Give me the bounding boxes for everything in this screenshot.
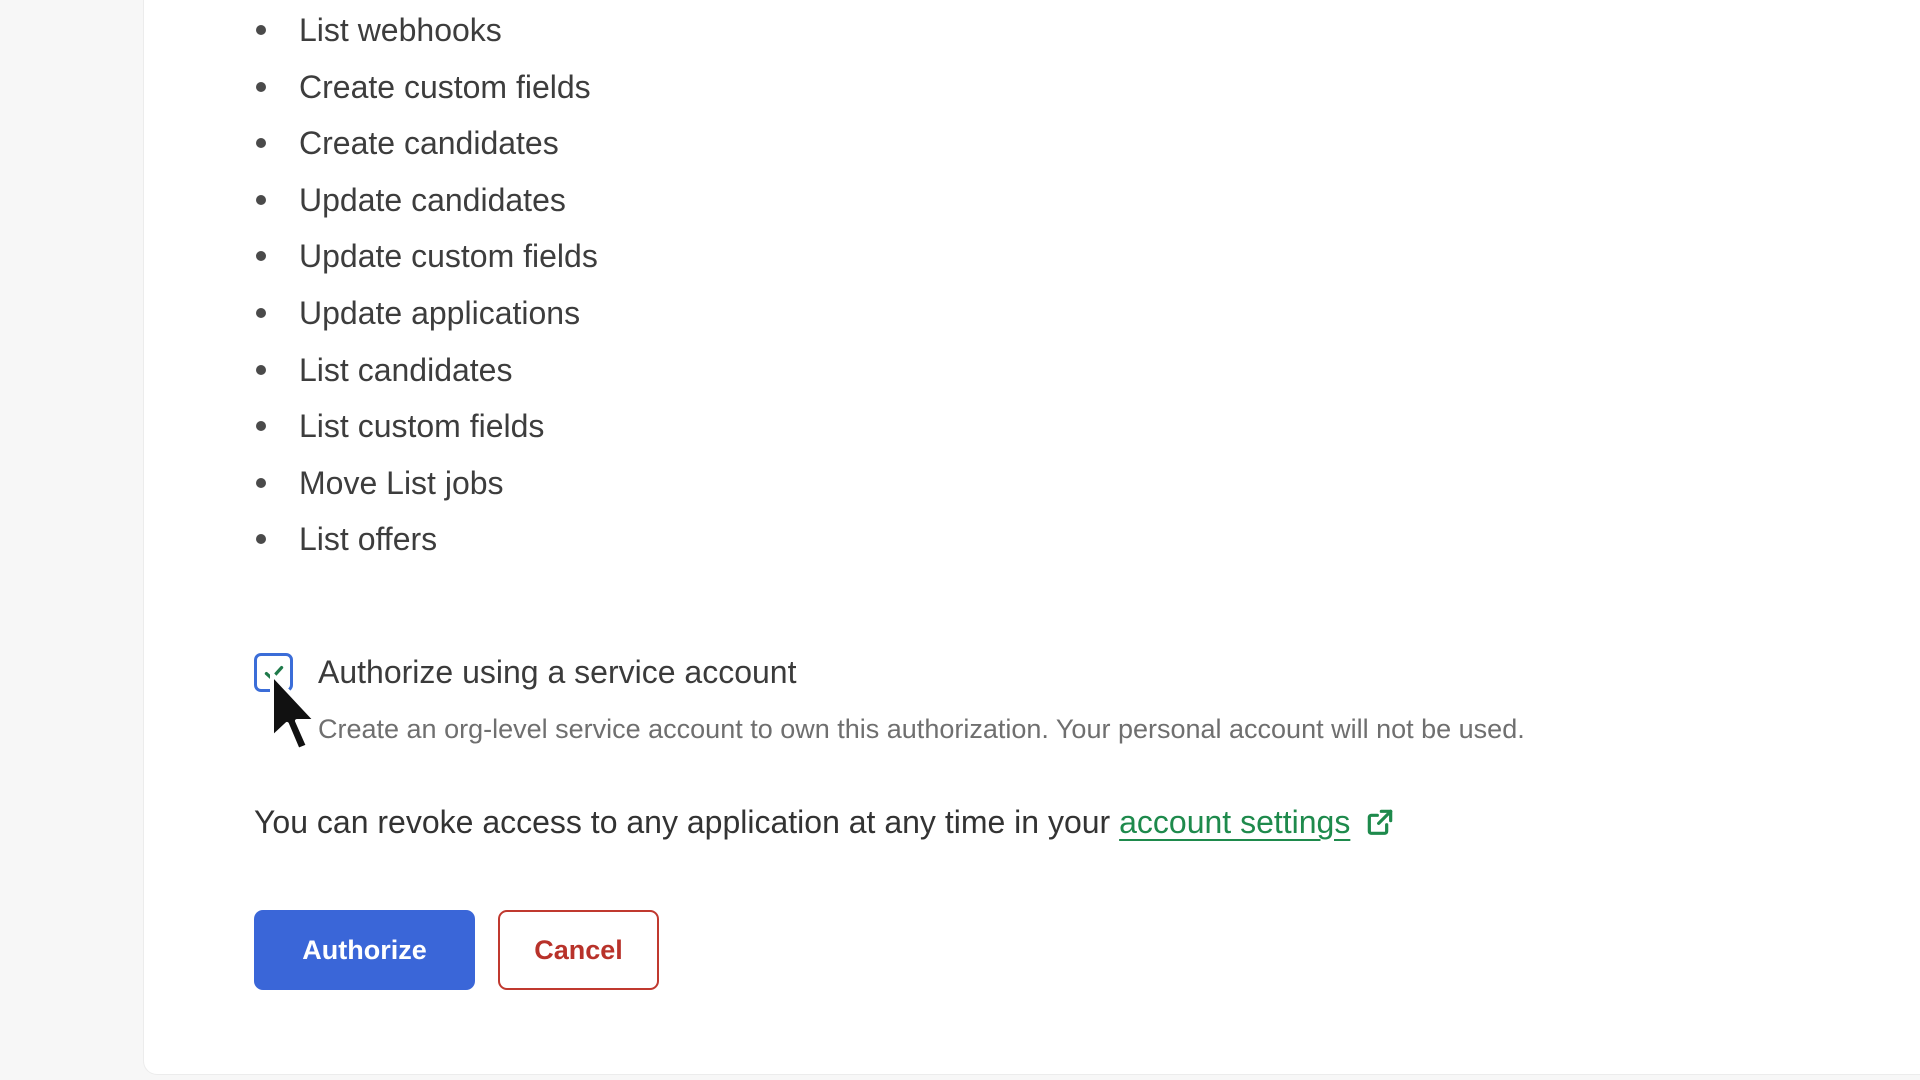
bullet-icon <box>256 194 266 205</box>
permission-item: List offers <box>254 519 598 576</box>
permission-item: List webhooks <box>254 10 598 67</box>
permission-label: Create custom fields <box>299 68 591 105</box>
checkmark-icon <box>264 665 283 680</box>
permission-item: Create candidates <box>254 123 598 180</box>
permission-label: Update candidates <box>299 181 566 218</box>
bullet-icon <box>256 138 266 149</box>
permission-label: Create candidates <box>299 125 559 162</box>
service-account-label[interactable]: Authorize using a service account <box>318 652 796 692</box>
bullet-icon <box>256 307 266 318</box>
permission-item: Update custom fields <box>254 236 598 293</box>
permission-item: Update candidates <box>254 180 598 237</box>
revoke-text: You can revoke access to any application… <box>254 804 1120 840</box>
permission-item: Move List jobs <box>254 463 598 520</box>
account-settings-link[interactable]: account settings <box>1119 804 1350 840</box>
permission-label: Update custom fields <box>299 238 598 275</box>
permission-label: Update applications <box>299 294 581 331</box>
bullet-icon <box>256 25 266 35</box>
permission-label: List candidates <box>299 351 513 388</box>
authorize-button[interactable]: Authorize <box>254 910 475 990</box>
cancel-button[interactable]: Cancel <box>498 910 659 990</box>
permission-label: List custom fields <box>299 408 545 445</box>
service-account-checkbox[interactable] <box>254 653 293 692</box>
revoke-access-note: You can revoke access to any application… <box>254 800 1396 844</box>
bullet-icon <box>256 251 266 262</box>
bullet-icon <box>256 421 266 432</box>
bullet-icon <box>256 477 266 488</box>
bullet-icon <box>256 364 266 375</box>
permission-label: List offers <box>299 521 438 558</box>
permission-item: List custom fields <box>254 406 598 463</box>
service-account-help-text: Create an org-level service account to o… <box>318 714 1525 744</box>
permission-item: List candidates <box>254 350 598 407</box>
bullet-icon <box>256 534 266 545</box>
bullet-icon <box>256 81 266 92</box>
permission-label: List webhooks <box>299 12 502 48</box>
permissions-list: List webhooks Create custom fields Creat… <box>254 10 598 576</box>
permission-item: Create custom fields <box>254 67 598 124</box>
external-link-icon[interactable] <box>1364 805 1396 837</box>
permission-label: Move List jobs <box>299 464 504 501</box>
permission-item: Update applications <box>254 293 598 350</box>
